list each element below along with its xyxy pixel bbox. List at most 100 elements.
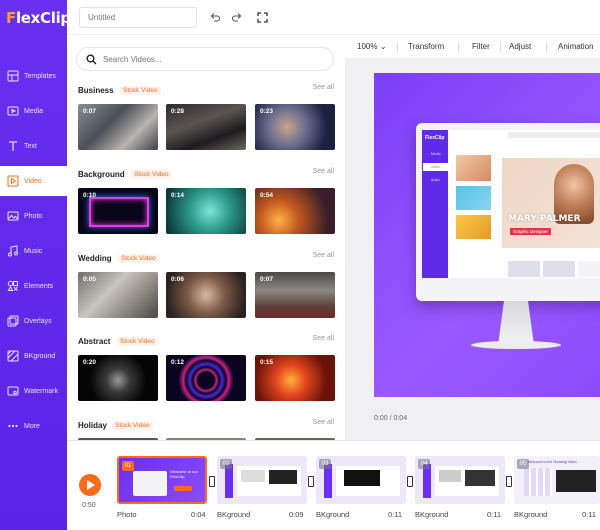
see-all-link[interactable]: See all <box>313 84 334 91</box>
adjust-button[interactable]: Adjust <box>509 42 531 51</box>
video-thumbnail[interactable]: 0:20 <box>78 355 158 401</box>
sidebar-item-media[interactable]: Media <box>0 96 67 126</box>
duration-label: 0:05 <box>83 276 97 283</box>
neon-frame <box>89 197 149 227</box>
mock-toolbar <box>508 132 600 138</box>
clip-monitor <box>133 471 167 496</box>
monitor-screen: FlexClip Media Video Audio MARY PALMER G… <box>422 130 600 278</box>
redo-icon[interactable] <box>230 10 244 24</box>
monitor-stand <box>498 301 534 345</box>
mock-nav-item: Audio <box>431 178 440 182</box>
sidebar-item-templates[interactable]: Templates <box>0 61 67 91</box>
divider <box>546 42 547 53</box>
video-thumbnail[interactable]: 0:14 <box>166 188 246 234</box>
sidebar-item-label: Music <box>24 247 43 255</box>
fullscreen-icon[interactable] <box>255 10 269 24</box>
animation-button[interactable]: Animation <box>558 42 594 51</box>
timeline-clip[interactable]: 04 <box>415 456 505 504</box>
sidebar: FlexClip Templates Media Text Video Phot… <box>0 0 71 530</box>
transition-handle[interactable] <box>407 476 413 487</box>
monitor-image: FlexClip Media Video Audio MARY PALMER G… <box>416 123 600 349</box>
sidebar-item-music[interactable]: Music <box>0 236 67 266</box>
stock-video-badge: Stock Video <box>112 421 153 430</box>
duration-label: 0:23 <box>260 108 274 115</box>
photo-icon <box>7 211 19 221</box>
see-all-link[interactable]: See all <box>313 335 334 342</box>
video-thumbnail[interactable]: 0:54 <box>255 188 335 234</box>
clip-label: Photo <box>117 510 137 519</box>
sidebar-item-label: Templates <box>24 72 56 80</box>
clip-number: 01 <box>122 461 134 471</box>
video-thumbnail[interactable]: 0:06 <box>166 272 246 318</box>
project-title-input[interactable] <box>79 7 197 28</box>
timeline-clip[interactable]: 02 <box>217 456 307 504</box>
video-thumbnail[interactable]: 0:23 <box>255 104 335 150</box>
sidebar-item-label: Overlays <box>24 317 52 325</box>
mock-thumb <box>456 186 491 210</box>
video-thumbnail[interactable]: 0:12 <box>166 355 246 401</box>
sidebar-item-bkground[interactable]: BKground <box>0 341 67 371</box>
music-icon <box>8 245 18 257</box>
sidebar-item-video[interactable]: Video <box>0 166 67 196</box>
mock-logo: FlexClip <box>425 135 445 141</box>
mock-thumb <box>456 215 491 239</box>
sidebar-item-overlays[interactable]: Overlays <box>0 306 67 336</box>
search-icon <box>86 54 97 65</box>
sidebar-item-label: Video <box>24 177 42 185</box>
playback-time: 0:00 / 0:04 <box>374 415 408 422</box>
timeline-clip[interactable]: Welcome to our FlexClip 01 <box>117 456 207 504</box>
sidebar-item-label: Photo <box>24 212 43 220</box>
video-icon <box>7 175 19 187</box>
undo-icon[interactable] <box>208 10 222 24</box>
transform-button[interactable]: Transform <box>408 42 444 51</box>
sidebar-item-label: More <box>24 422 40 430</box>
see-all-link[interactable]: See all <box>313 252 334 259</box>
video-thumbnail[interactable]: 0:07 <box>255 272 335 318</box>
divider <box>458 42 459 53</box>
search-box[interactable] <box>76 47 334 71</box>
sidebar-item-watermark[interactable]: Watermark <box>0 376 67 406</box>
video-library-panel: Business Stock Video See all 0:07 0:28 0… <box>67 35 345 440</box>
clip-number: 03 <box>319 459 331 469</box>
video-thumbnail[interactable]: 0:05 <box>78 272 158 318</box>
canvas-area: FlexClip Media Video Audio MARY PALMER G… <box>345 59 600 440</box>
zoom-value: 100% <box>357 42 378 51</box>
preview-canvas[interactable]: FlexClip Media Video Audio MARY PALMER G… <box>374 73 600 397</box>
transition-handle[interactable] <box>506 476 512 487</box>
sidebar-item-label: Media <box>24 107 44 115</box>
sidebar-item-more[interactable]: More <box>0 411 67 441</box>
clip-duration: 0:11 <box>582 510 597 519</box>
flexclip-logo[interactable]: FlexClip <box>6 9 71 27</box>
duration-label: 0:28 <box>171 108 185 115</box>
sidebar-item-text[interactable]: Text <box>0 131 67 161</box>
sidebar-item-elements[interactable]: Elements <box>0 271 67 301</box>
zoom-select[interactable]: 100% ⌄ <box>357 42 386 51</box>
mock-clip <box>543 261 575 277</box>
video-thumbnail[interactable]: 0:15 <box>255 355 335 401</box>
timeline-clip[interactable]: 03 <box>316 456 406 504</box>
clip-duration: 0:04 <box>191 510 206 519</box>
mock-clip <box>578 261 600 277</box>
see-all-link[interactable]: See all <box>313 419 334 426</box>
sidebar-item-label: Text <box>24 142 37 150</box>
elements-icon <box>7 280 18 291</box>
stock-video-badge: Stock Video <box>118 254 159 263</box>
stock-video-badge: Stock Video <box>131 170 172 179</box>
sidebar-item-photo[interactable]: Photo <box>0 201 67 231</box>
duration-label: 0:06 <box>171 276 185 283</box>
play-button[interactable] <box>79 474 101 496</box>
timeline-clip[interactable]: Welcome to the Showing Video 05 <box>514 456 600 504</box>
transition-handle[interactable] <box>308 476 314 487</box>
transition-handle[interactable] <box>209 476 215 487</box>
filter-button[interactable]: Filter <box>472 42 490 51</box>
video-thumbnail[interactable]: 0:10 <box>78 188 158 234</box>
see-all-link[interactable]: See all <box>313 168 334 175</box>
top-bar <box>67 0 600 35</box>
video-thumbnail[interactable]: 0:07 <box>78 104 158 150</box>
clip-caption: Welcome to our FlexClip <box>170 469 198 479</box>
search-input[interactable] <box>103 52 323 67</box>
video-thumbnail[interactable]: 0:28 <box>166 104 246 150</box>
mock-nav-item: Video <box>431 165 440 169</box>
chevron-down-icon: ⌄ <box>379 42 387 51</box>
duration-label: 0:07 <box>83 108 97 115</box>
